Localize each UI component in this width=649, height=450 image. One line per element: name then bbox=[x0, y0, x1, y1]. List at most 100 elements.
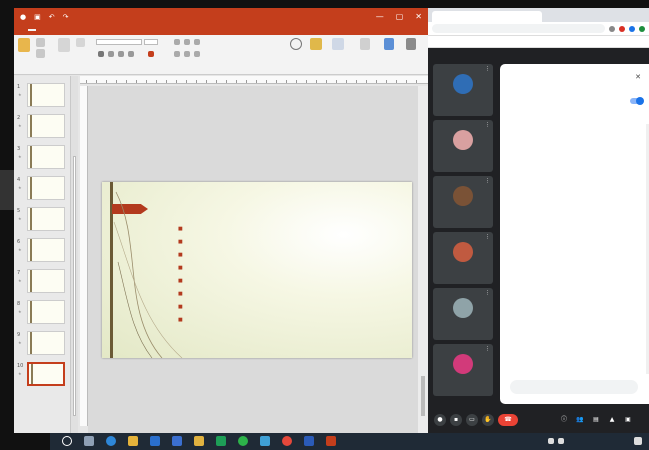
slide-thumbnail[interactable]: 8 ★ bbox=[17, 299, 67, 327]
captions-icon[interactable]: ▭ bbox=[466, 414, 478, 426]
layout-icon[interactable] bbox=[76, 38, 85, 47]
slide-thumbnail[interactable]: 5 ★ bbox=[17, 206, 67, 234]
profile-icon[interactable] bbox=[639, 25, 645, 32]
numbering-icon[interactable] bbox=[184, 39, 190, 45]
close-icon[interactable]: ✕ bbox=[635, 73, 641, 81]
slide-thumbnail[interactable]: 10 ★ bbox=[17, 361, 67, 389]
find-icon[interactable] bbox=[360, 38, 370, 50]
participant-tile[interactable]: ⋮ bbox=[433, 288, 493, 340]
arrange-icon[interactable] bbox=[310, 38, 322, 50]
slide-bullet[interactable] bbox=[178, 300, 186, 313]
camera-icon[interactable]: ▪ bbox=[450, 414, 462, 426]
participant-tile[interactable]: ⋮ bbox=[433, 176, 493, 228]
thumbnail-scrollbar[interactable] bbox=[71, 76, 78, 433]
app-icon[interactable] bbox=[260, 436, 270, 446]
activities-icon[interactable]: ▲ bbox=[606, 414, 618, 426]
address-bar[interactable] bbox=[432, 24, 605, 33]
redo-icon[interactable]: ↷ bbox=[63, 13, 69, 21]
task-view-icon[interactable] bbox=[84, 436, 94, 446]
edge-icon[interactable] bbox=[106, 436, 116, 446]
app-icon[interactable] bbox=[194, 436, 204, 446]
align-right-icon[interactable] bbox=[194, 51, 200, 57]
participant-tile[interactable]: ⋮ bbox=[433, 64, 493, 116]
new-slide-icon[interactable] bbox=[58, 38, 70, 52]
more-options-icon[interactable]: ⋮ bbox=[485, 290, 490, 296]
more-options-icon[interactable]: ⋮ bbox=[485, 346, 490, 352]
mail-icon[interactable] bbox=[172, 436, 182, 446]
slide-bullet[interactable] bbox=[178, 222, 186, 235]
editor-scrollbar[interactable] bbox=[418, 86, 428, 433]
more-options-icon[interactable]: ⋮ bbox=[485, 178, 490, 184]
bullets-icon[interactable] bbox=[174, 39, 180, 45]
slide-bullet[interactable] bbox=[178, 313, 186, 326]
store-icon[interactable] bbox=[150, 436, 160, 446]
minimize-icon[interactable]: — bbox=[376, 12, 384, 21]
lock-icon[interactable]: ▣ bbox=[622, 414, 634, 426]
participant-tile[interactable]: ⋮ bbox=[433, 344, 493, 396]
designer-icon[interactable] bbox=[406, 38, 416, 50]
paste-icon[interactable] bbox=[18, 38, 30, 52]
font-color-icon[interactable] bbox=[148, 51, 154, 57]
slide-bullet[interactable] bbox=[178, 235, 186, 248]
chat-icon[interactable]: ▤ bbox=[590, 414, 602, 426]
network-icon[interactable] bbox=[548, 438, 554, 444]
save-icon[interactable]: ▣ bbox=[34, 13, 41, 21]
slide-bullet[interactable] bbox=[178, 261, 186, 274]
slide-thumbnail[interactable]: 4 ★ bbox=[17, 175, 67, 203]
slide-thumbnail[interactable]: 7 ★ bbox=[17, 268, 67, 296]
slide-bullet[interactable] bbox=[178, 287, 186, 300]
indent-icon[interactable] bbox=[194, 39, 200, 45]
cut-icon[interactable] bbox=[36, 38, 45, 47]
strikethrough-icon[interactable] bbox=[128, 51, 134, 57]
close-icon[interactable]: ✕ bbox=[415, 12, 422, 21]
mic-icon[interactable]: ● bbox=[434, 414, 446, 426]
end-call-button[interactable]: ☎ bbox=[498, 414, 518, 426]
slide-bullet[interactable] bbox=[178, 248, 186, 261]
participant-tile[interactable]: ⋮ bbox=[433, 120, 493, 172]
slide-bullet[interactable] bbox=[178, 274, 186, 287]
undo-icon[interactable]: ↶ bbox=[49, 13, 55, 21]
extension-icon[interactable] bbox=[609, 25, 615, 32]
align-center-icon[interactable] bbox=[184, 51, 190, 57]
chat-input[interactable] bbox=[510, 380, 638, 394]
notification-icon[interactable] bbox=[634, 437, 642, 445]
powerpoint-icon[interactable] bbox=[326, 436, 336, 446]
chat-permission-toggle[interactable] bbox=[630, 97, 644, 105]
participant-tile[interactable]: ⋮ bbox=[433, 232, 493, 284]
tab-home[interactable] bbox=[28, 29, 36, 31]
slide-thumbnail[interactable]: 3 ★ bbox=[17, 144, 67, 172]
more-options-icon[interactable]: ⋮ bbox=[485, 122, 490, 128]
file-explorer-icon[interactable] bbox=[128, 436, 138, 446]
font-size-field[interactable] bbox=[144, 39, 158, 45]
dictate-icon[interactable] bbox=[384, 38, 394, 50]
slide-thumbnail[interactable]: 2 ★ bbox=[17, 113, 67, 141]
italic-icon[interactable] bbox=[108, 51, 114, 57]
volume-icon[interactable] bbox=[558, 438, 564, 444]
quick-styles-icon[interactable] bbox=[332, 38, 344, 50]
underline-icon[interactable] bbox=[118, 51, 124, 57]
current-slide[interactable] bbox=[102, 182, 412, 358]
autosave-icon[interactable]: ● bbox=[20, 13, 26, 21]
bold-icon[interactable] bbox=[98, 51, 104, 57]
align-left-icon[interactable] bbox=[174, 51, 180, 57]
search-icon[interactable] bbox=[62, 436, 72, 446]
raise-hand-icon[interactable]: ✋ bbox=[482, 414, 494, 426]
slide-thumbnail[interactable]: 1 ★ bbox=[17, 82, 67, 110]
extension-icon[interactable] bbox=[629, 25, 635, 32]
word-icon[interactable] bbox=[304, 436, 314, 446]
excel-icon[interactable] bbox=[216, 436, 226, 446]
slide-thumbnail[interactable]: 9 ★ bbox=[17, 330, 67, 358]
chrome-icon[interactable] bbox=[282, 436, 292, 446]
line-icon[interactable] bbox=[238, 436, 248, 446]
slide-bullet-list[interactable] bbox=[178, 222, 186, 326]
record-icon[interactable] bbox=[619, 25, 625, 32]
maximize-icon[interactable]: ▢ bbox=[396, 12, 404, 21]
font-name-field[interactable] bbox=[96, 39, 142, 45]
shapes-icon[interactable] bbox=[290, 38, 302, 50]
people-icon[interactable]: 👥 bbox=[574, 414, 586, 426]
browser-tab[interactable] bbox=[432, 11, 542, 22]
slide-thumbnail[interactable]: 6 ★ bbox=[17, 237, 67, 265]
copy-icon[interactable] bbox=[36, 49, 45, 58]
more-options-icon[interactable]: ⋮ bbox=[485, 234, 490, 240]
info-icon[interactable]: ⓘ bbox=[558, 414, 570, 426]
